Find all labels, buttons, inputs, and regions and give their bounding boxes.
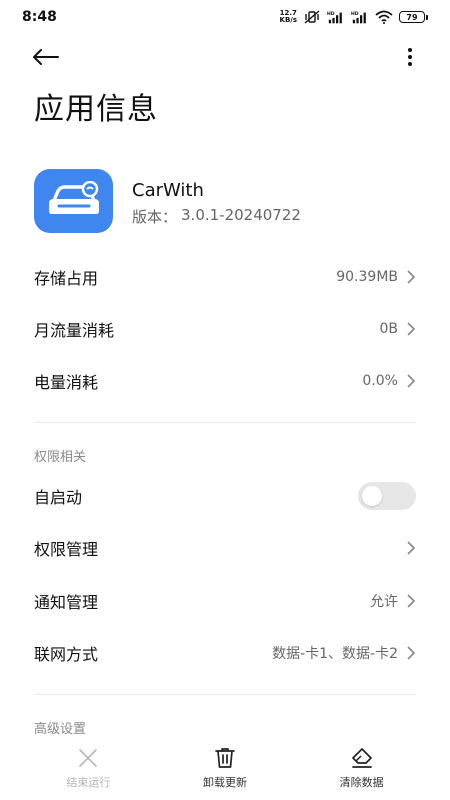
chevron-right-icon	[407, 541, 416, 555]
data-usage-row[interactable]: 月流量消耗 0B	[0, 304, 450, 354]
back-arrow-icon	[33, 49, 59, 65]
battery-usage-label: 电量消耗	[34, 373, 99, 392]
chevron-right-icon	[407, 594, 416, 608]
more-options-button[interactable]	[398, 42, 422, 72]
version-number: 3.0.1-20240722	[181, 206, 301, 224]
uninstall-updates-label: 卸载更新	[202, 776, 247, 789]
chevron-right-icon	[407, 322, 416, 336]
app-info-screen: 8:48 12.7 KB/s HD HD 79 应用信息 CarWith 版本：…	[0, 0, 450, 800]
advanced-section-header: 高级设置	[34, 722, 87, 737]
divider	[34, 694, 416, 695]
status-icons: 12.7 KB/s HD HD 79	[280, 10, 428, 24]
eraser-icon	[351, 748, 372, 768]
storage-label: 存储占用	[34, 269, 99, 288]
app-icon	[34, 169, 113, 233]
notification-manage-row[interactable]: 通知管理 允许	[0, 576, 450, 626]
status-time: 8:48	[22, 9, 57, 25]
chevron-right-icon	[407, 374, 416, 388]
close-icon	[79, 749, 98, 767]
toggle-knob	[362, 486, 382, 506]
battery-usage-row[interactable]: 电量消耗 0.0%	[0, 356, 450, 406]
uninstall-updates-button[interactable]: 卸载更新	[170, 738, 280, 790]
network-mode-label: 联网方式	[34, 645, 99, 664]
permissions-section-header: 权限相关	[34, 450, 87, 465]
network-mode-value: 数据-卡1、数据-卡2	[272, 646, 398, 662]
data-usage-value: 0B	[379, 321, 398, 337]
page-title: 应用信息	[34, 92, 158, 127]
vibrate-mute-icon	[304, 10, 320, 24]
force-stop-button[interactable]: 结束运行	[33, 738, 143, 790]
back-button[interactable]	[28, 42, 64, 72]
bottom-action-bar: 结束运行 卸载更新 清除数据	[0, 738, 450, 800]
svg-text:HD: HD	[351, 11, 359, 17]
notification-value: 允许	[370, 594, 398, 610]
autostart-toggle[interactable]	[358, 482, 416, 510]
app-name: CarWith	[132, 180, 204, 201]
wifi-icon	[375, 10, 393, 24]
notification-manage-label: 通知管理	[34, 593, 99, 612]
battery-level: 79	[399, 11, 425, 23]
divider	[34, 422, 416, 423]
status-bar: 8:48 12.7 KB/s HD HD 79	[0, 0, 450, 34]
svg-text:HD: HD	[327, 11, 335, 17]
signal-sim1-icon: HD	[327, 11, 342, 24]
app-version: 版本： 3.0.1-20240722	[132, 206, 301, 227]
network-mode-row[interactable]: 联网方式 数据-卡1、数据-卡2	[0, 628, 450, 678]
car-icon	[48, 181, 99, 214]
force-stop-label: 结束运行	[66, 776, 111, 789]
clear-data-button[interactable]: 清除数据	[307, 738, 417, 790]
storage-row[interactable]: 存储占用 90.39MB	[0, 252, 450, 302]
data-usage-label: 月流量消耗	[34, 321, 115, 340]
battery-indicator: 79	[399, 11, 428, 23]
battery-cap	[426, 14, 428, 20]
version-label: 版本：	[132, 208, 178, 226]
autostart-label: 自启动	[34, 488, 83, 507]
more-vertical-icon	[408, 48, 412, 66]
chevron-right-icon	[407, 270, 416, 284]
clear-data-label: 清除数据	[339, 776, 384, 789]
trash-icon	[215, 748, 235, 768]
permission-manage-label: 权限管理	[34, 540, 99, 559]
network-speed: 12.7 KB/s	[279, 9, 297, 24]
signal-sim2-icon: HD	[351, 11, 366, 24]
permission-manage-row[interactable]: 权限管理	[0, 523, 450, 573]
battery-usage-value: 0.0%	[362, 373, 398, 389]
chevron-right-icon	[407, 646, 416, 660]
autostart-row[interactable]: 自启动	[0, 471, 450, 521]
storage-value: 90.39MB	[336, 269, 398, 285]
